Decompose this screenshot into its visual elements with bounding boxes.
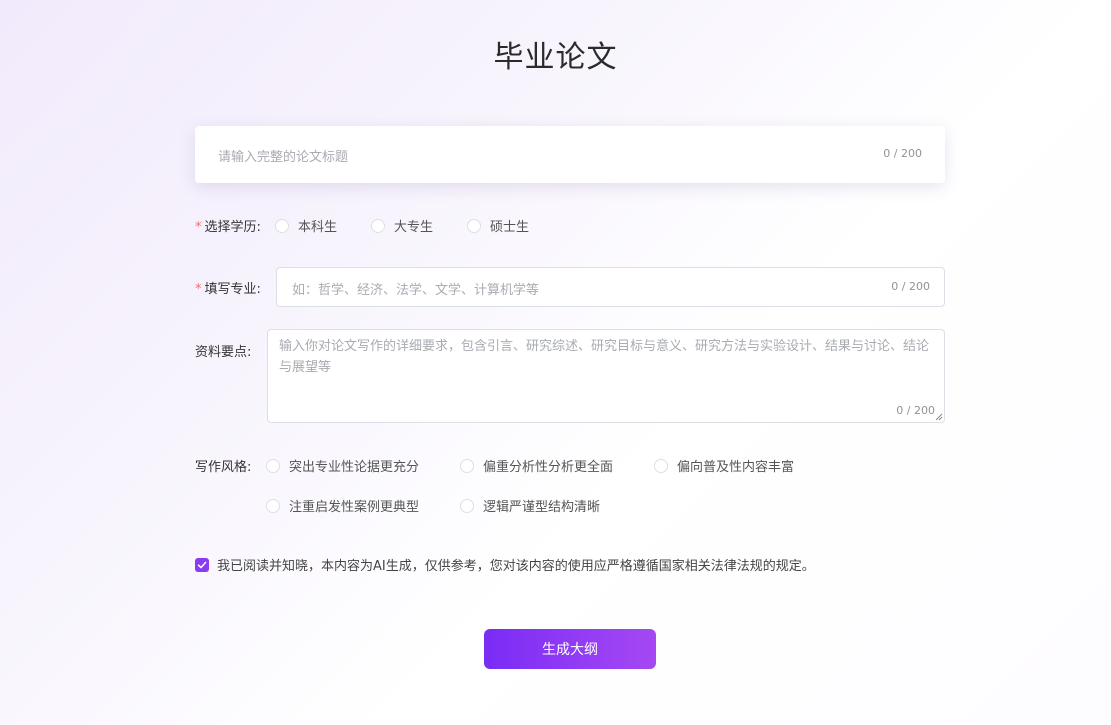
radio-circle[interactable] xyxy=(467,218,481,233)
education-label-text: 选择学历: xyxy=(204,220,261,235)
major-input[interactable]: 如：哲学、经济、法学、文学、计算机学等 0 / 200 xyxy=(276,267,945,307)
agreement-checkbox-row[interactable]: 我已阅读并知晓，本内容为AI生成，仅供参考，您对该内容的使用应严格遵循国家相关法… xyxy=(195,555,815,574)
agreement-checkbox[interactable] xyxy=(195,557,209,572)
education-option-college[interactable]: 大专生 xyxy=(371,216,433,235)
major-placeholder: 如：哲学、经济、法学、文学、计算机学等 xyxy=(292,283,540,298)
radio-label: 本科生 xyxy=(298,220,338,235)
radio-label: 突出专业性论据更充分 xyxy=(289,460,420,475)
check-icon xyxy=(197,561,207,568)
radio-label: 大专生 xyxy=(394,220,434,235)
page-title: 毕业论文 xyxy=(493,40,618,75)
points-textarea[interactable]: 输入你对论文写作的详细要求，包含引言、研究综述、研究目标与意义、研究方法与实验设… xyxy=(267,329,945,423)
points-placeholder: 输入你对论文写作的详细要求，包含引言、研究综述、研究目标与意义、研究方法与实验设… xyxy=(279,339,930,375)
resize-handle-icon[interactable] xyxy=(935,413,943,421)
radio-label: 硕士生 xyxy=(490,220,530,235)
education-option-master[interactable]: 硕士生 xyxy=(467,216,529,235)
radio-circle[interactable] xyxy=(460,498,474,513)
generate-outline-button[interactable]: 生成大纲 xyxy=(484,629,656,669)
radio-label: 偏向普及性内容丰富 xyxy=(677,460,795,475)
thesis-title-counter: 0 / 200 xyxy=(883,147,922,160)
required-mark: * xyxy=(195,220,202,235)
education-option-undergraduate[interactable]: 本科生 xyxy=(275,216,337,235)
radio-circle[interactable] xyxy=(654,458,668,473)
radio-circle[interactable] xyxy=(266,458,280,473)
points-counter: 0 / 200 xyxy=(896,404,935,417)
style-option-logical[interactable]: 逻辑严谨型结构清晰 xyxy=(460,496,600,515)
radio-circle[interactable] xyxy=(266,498,280,513)
points-label: 资料要点: xyxy=(195,345,252,360)
radio-label: 逻辑严谨型结构清晰 xyxy=(483,500,601,515)
thesis-title-placeholder: 请输入完整的论文标题 xyxy=(218,150,349,165)
style-label: 写作风格: xyxy=(195,460,252,475)
radio-circle[interactable] xyxy=(371,218,385,233)
style-option-popular[interactable]: 偏向普及性内容丰富 xyxy=(654,456,794,475)
major-label: * 填写专业: xyxy=(195,278,261,297)
agreement-text: 我已阅读并知晓，本内容为AI生成，仅供参考，您对该内容的使用应严格遵循国家相关法… xyxy=(217,559,815,574)
radio-circle[interactable] xyxy=(460,458,474,473)
style-option-analytical[interactable]: 偏重分析性分析更全面 xyxy=(460,456,613,475)
radio-label: 偏重分析性分析更全面 xyxy=(483,460,614,475)
required-mark: * xyxy=(195,282,202,297)
style-option-professional[interactable]: 突出专业性论据更充分 xyxy=(266,456,419,475)
radio-circle[interactable] xyxy=(275,218,289,233)
style-option-inspiring[interactable]: 注重启发性案例更典型 xyxy=(266,496,419,515)
education-label: * 选择学历: xyxy=(195,216,261,235)
major-counter: 0 / 200 xyxy=(891,280,930,293)
major-label-text: 填写专业: xyxy=(204,282,261,297)
thesis-title-input[interactable]: 请输入完整的论文标题 0 / 200 xyxy=(195,126,945,183)
radio-label: 注重启发性案例更典型 xyxy=(289,500,420,515)
